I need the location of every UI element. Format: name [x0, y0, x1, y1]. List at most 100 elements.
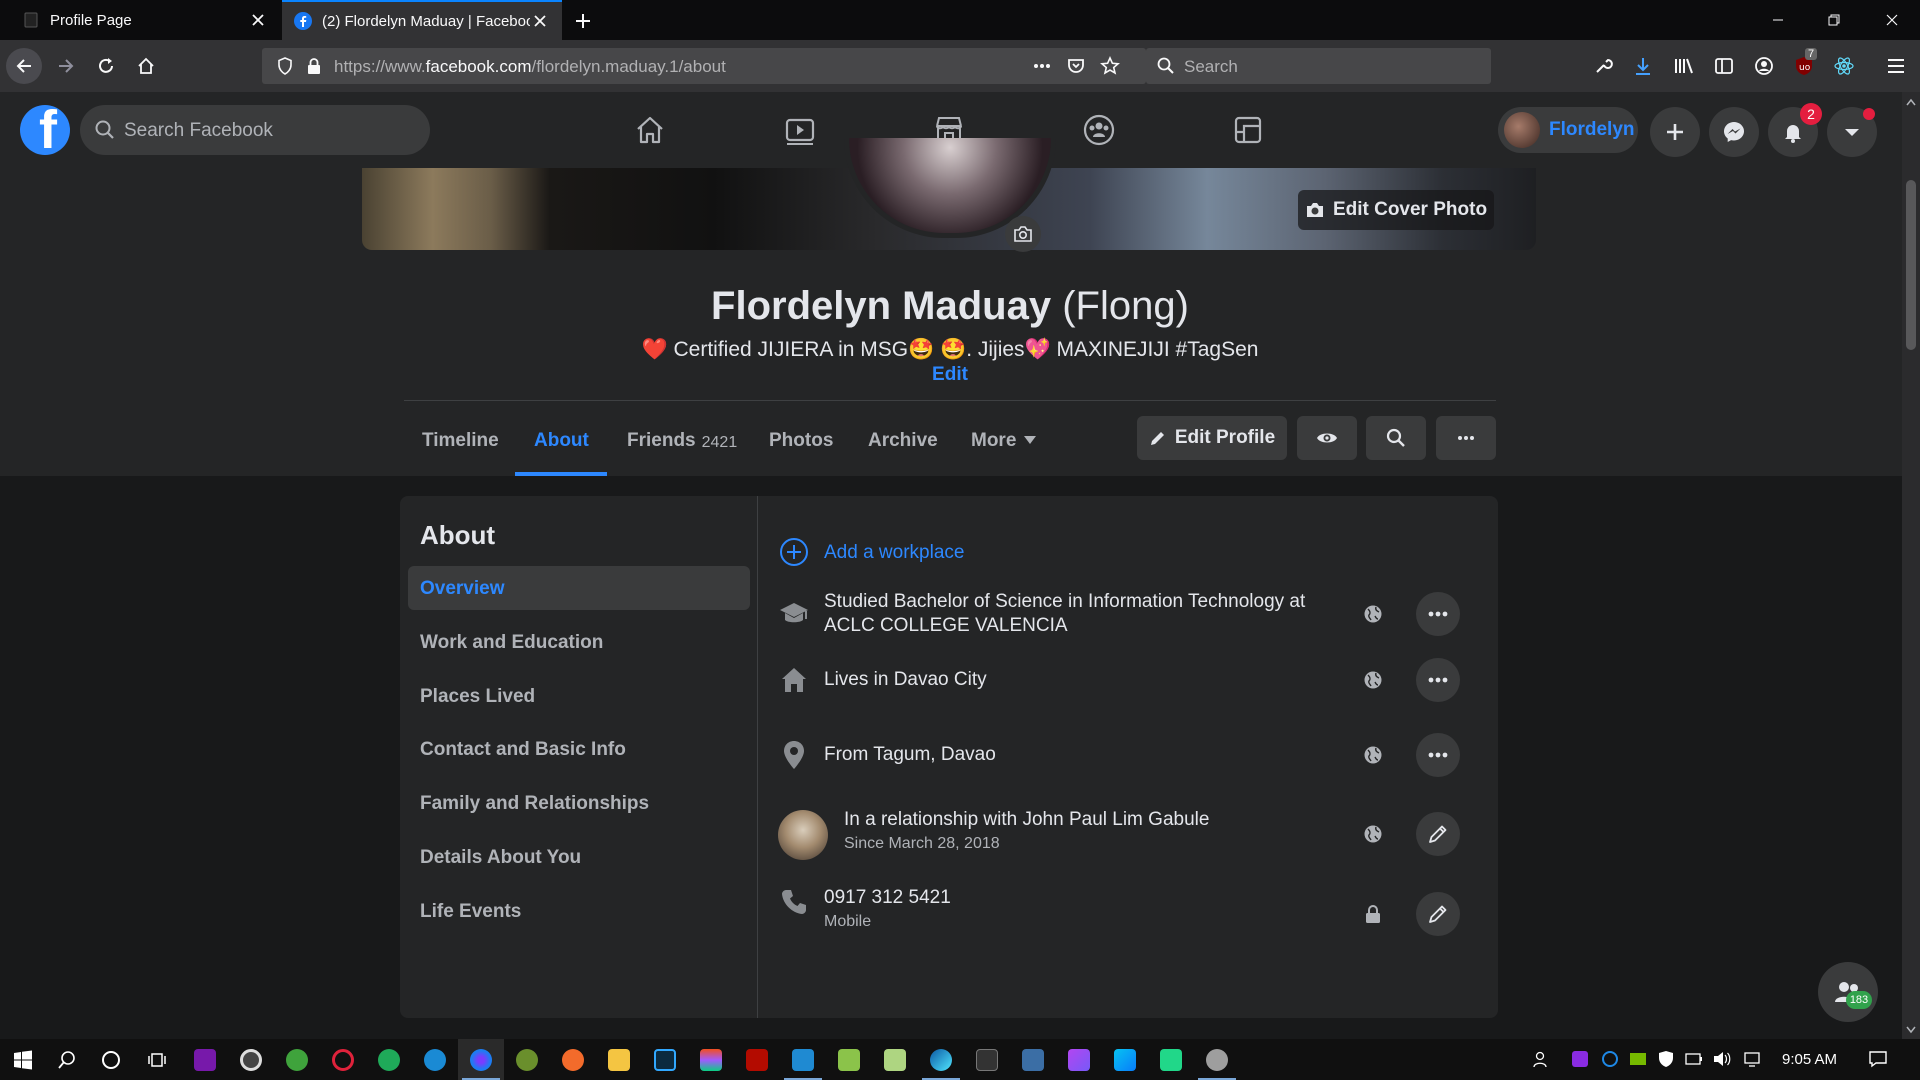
- battery-icon[interactable]: [1684, 1049, 1704, 1069]
- about-nav-overview[interactable]: Overview: [408, 566, 750, 610]
- tracking-protection-shield-icon[interactable]: [276, 57, 294, 75]
- close-window-button[interactable]: [1864, 0, 1920, 40]
- edit-bio-label[interactable]: Edit: [932, 364, 968, 385]
- tray-app-icon[interactable]: [1570, 1049, 1590, 1069]
- browser-tab-facebook[interactable]: (2) Flordelyn Maduay | Facebook: [282, 0, 562, 40]
- edit-profile-button[interactable]: Edit Profile: [1137, 416, 1287, 460]
- notifications-button[interactable]: 2: [1768, 103, 1822, 157]
- taskbar-search[interactable]: [44, 1039, 90, 1080]
- taskbar-webstorm[interactable]: [1102, 1039, 1148, 1080]
- tab-archive[interactable]: Archive: [868, 420, 938, 476]
- taskbar-onenote[interactable]: [182, 1039, 228, 1080]
- create-button[interactable]: [1650, 107, 1700, 157]
- facebook-search-input[interactable]: Search Facebook: [80, 105, 430, 155]
- edit-options-button[interactable]: [1416, 592, 1460, 636]
- forward-button[interactable]: [48, 48, 84, 84]
- facebook-logo[interactable]: f: [20, 105, 70, 155]
- about-nav-work-and-education[interactable]: Work and Education: [408, 620, 750, 664]
- taskbar-edge-legacy[interactable]: [412, 1039, 458, 1080]
- close-tab-icon[interactable]: [530, 11, 550, 31]
- browser-search-bar[interactable]: Search: [1146, 48, 1491, 84]
- bookmark-star-icon[interactable]: [1100, 56, 1120, 76]
- ublock-extension-icon[interactable]: uo 7: [1792, 48, 1818, 78]
- taskbar-opera[interactable]: [320, 1039, 366, 1080]
- close-tab-icon[interactable]: [248, 10, 268, 30]
- cortana-button[interactable]: [88, 1039, 134, 1080]
- edit-relationship-button[interactable]: [1416, 812, 1460, 856]
- edit-options-button[interactable]: [1416, 658, 1460, 702]
- edit-cover-photo-button[interactable]: Edit Cover Photo: [1298, 190, 1494, 230]
- scrollbar-thumb[interactable]: [1906, 180, 1916, 350]
- tab-photos[interactable]: Photos: [769, 420, 833, 476]
- taskbar-edge[interactable]: [918, 1039, 964, 1080]
- globe-privacy-icon[interactable]: [1360, 667, 1386, 693]
- scroll-down-icon[interactable]: [1906, 1026, 1916, 1034]
- start-button[interactable]: [0, 1039, 46, 1080]
- partner-avatar[interactable]: [778, 810, 828, 860]
- edit-phone-button[interactable]: [1416, 892, 1460, 936]
- taskbar-app-19[interactable]: [1010, 1039, 1056, 1080]
- sidebar-icon[interactable]: [1712, 54, 1736, 78]
- nav-home[interactable]: [580, 92, 720, 168]
- lock-privacy-icon[interactable]: [1360, 901, 1386, 927]
- lock-icon[interactable]: [306, 57, 322, 75]
- about-nav-places-lived[interactable]: Places Lived: [408, 674, 750, 718]
- globe-privacy-icon[interactable]: [1360, 742, 1386, 768]
- network-icon[interactable]: [1742, 1049, 1762, 1069]
- taskbar-app-23[interactable]: [1194, 1039, 1240, 1080]
- hamburger-menu-icon[interactable]: [1884, 54, 1908, 78]
- add-workplace-row[interactable]: Add a workplace: [778, 534, 1478, 570]
- taskbar-acrobat[interactable]: [734, 1039, 780, 1080]
- tab-timeline[interactable]: Timeline: [422, 420, 499, 476]
- browser-tab-profile-page[interactable]: Profile Page: [10, 0, 280, 40]
- profile-shortcut-button[interactable]: Flordelyn: [1498, 107, 1638, 153]
- action-center-icon[interactable]: [1868, 1049, 1888, 1069]
- relationship-status[interactable]: In a relationship with John Paul Lim Gab…: [844, 808, 1209, 832]
- account-icon[interactable]: [1752, 54, 1776, 78]
- taskbar-photoshop[interactable]: [642, 1039, 688, 1080]
- globe-privacy-icon[interactable]: [1360, 821, 1386, 847]
- address-bar[interactable]: https://www.facebook.com/flordelyn.madua…: [262, 48, 1146, 84]
- taskbar-clock[interactable]: 9:05 AM: [1782, 1051, 1837, 1068]
- messenger-button[interactable]: [1709, 107, 1759, 157]
- new-tab-button[interactable]: [570, 8, 596, 34]
- taskbar-app-22[interactable]: [1148, 1039, 1194, 1080]
- taskbar-vscode[interactable]: [780, 1039, 826, 1080]
- library-icon[interactable]: [1672, 54, 1696, 78]
- reload-button[interactable]: [88, 48, 124, 84]
- page-actions-menu-icon[interactable]: [1032, 57, 1052, 75]
- scroll-up-icon[interactable]: [1906, 98, 1916, 106]
- tab-about[interactable]: About: [534, 420, 589, 476]
- edit-options-button[interactable]: [1416, 733, 1460, 777]
- tab-friends[interactable]: Friends 2421: [627, 420, 737, 476]
- downloads-icon[interactable]: [1631, 54, 1655, 78]
- people-icon[interactable]: [1532, 1049, 1552, 1069]
- taskbar-app-8[interactable]: [504, 1039, 550, 1080]
- about-nav-details-about-you[interactable]: Details About You: [408, 835, 750, 879]
- restore-window-button[interactable]: [1806, 0, 1862, 40]
- taskbar-app-2[interactable]: [228, 1039, 274, 1080]
- react-devtools-icon[interactable]: [1832, 54, 1856, 78]
- nav-gaming[interactable]: [1178, 92, 1318, 168]
- view-as-button[interactable]: [1297, 416, 1357, 460]
- volume-icon[interactable]: [1712, 1049, 1732, 1069]
- url-text[interactable]: https://www.facebook.com/flordelyn.madua…: [334, 57, 726, 77]
- tray-app-icon[interactable]: [1600, 1049, 1620, 1069]
- taskbar-terminal[interactable]: [964, 1039, 1010, 1080]
- taskbar-figma[interactable]: [688, 1039, 734, 1080]
- taskbar-file-explorer[interactable]: [596, 1039, 642, 1080]
- more-options-button[interactable]: [1436, 416, 1496, 460]
- taskbar-firefox[interactable]: [458, 1039, 504, 1080]
- taskbar-app-15[interactable]: [826, 1039, 872, 1080]
- about-nav-contact-and-basic-info[interactable]: Contact and Basic Info: [408, 727, 750, 771]
- search-profile-button[interactable]: [1366, 416, 1426, 460]
- minimize-window-button[interactable]: [1750, 0, 1806, 40]
- update-profile-picture-button[interactable]: [1005, 216, 1041, 252]
- nvidia-icon[interactable]: [1628, 1049, 1648, 1069]
- taskbar-phpstorm[interactable]: [1056, 1039, 1102, 1080]
- wrench-icon[interactable]: [1591, 54, 1615, 78]
- add-workplace-link[interactable]: Add a workplace: [824, 541, 964, 565]
- taskbar-app-16[interactable]: [872, 1039, 918, 1080]
- about-nav-family-and-relationships[interactable]: Family and Relationships: [408, 781, 750, 825]
- globe-privacy-icon[interactable]: [1360, 601, 1386, 627]
